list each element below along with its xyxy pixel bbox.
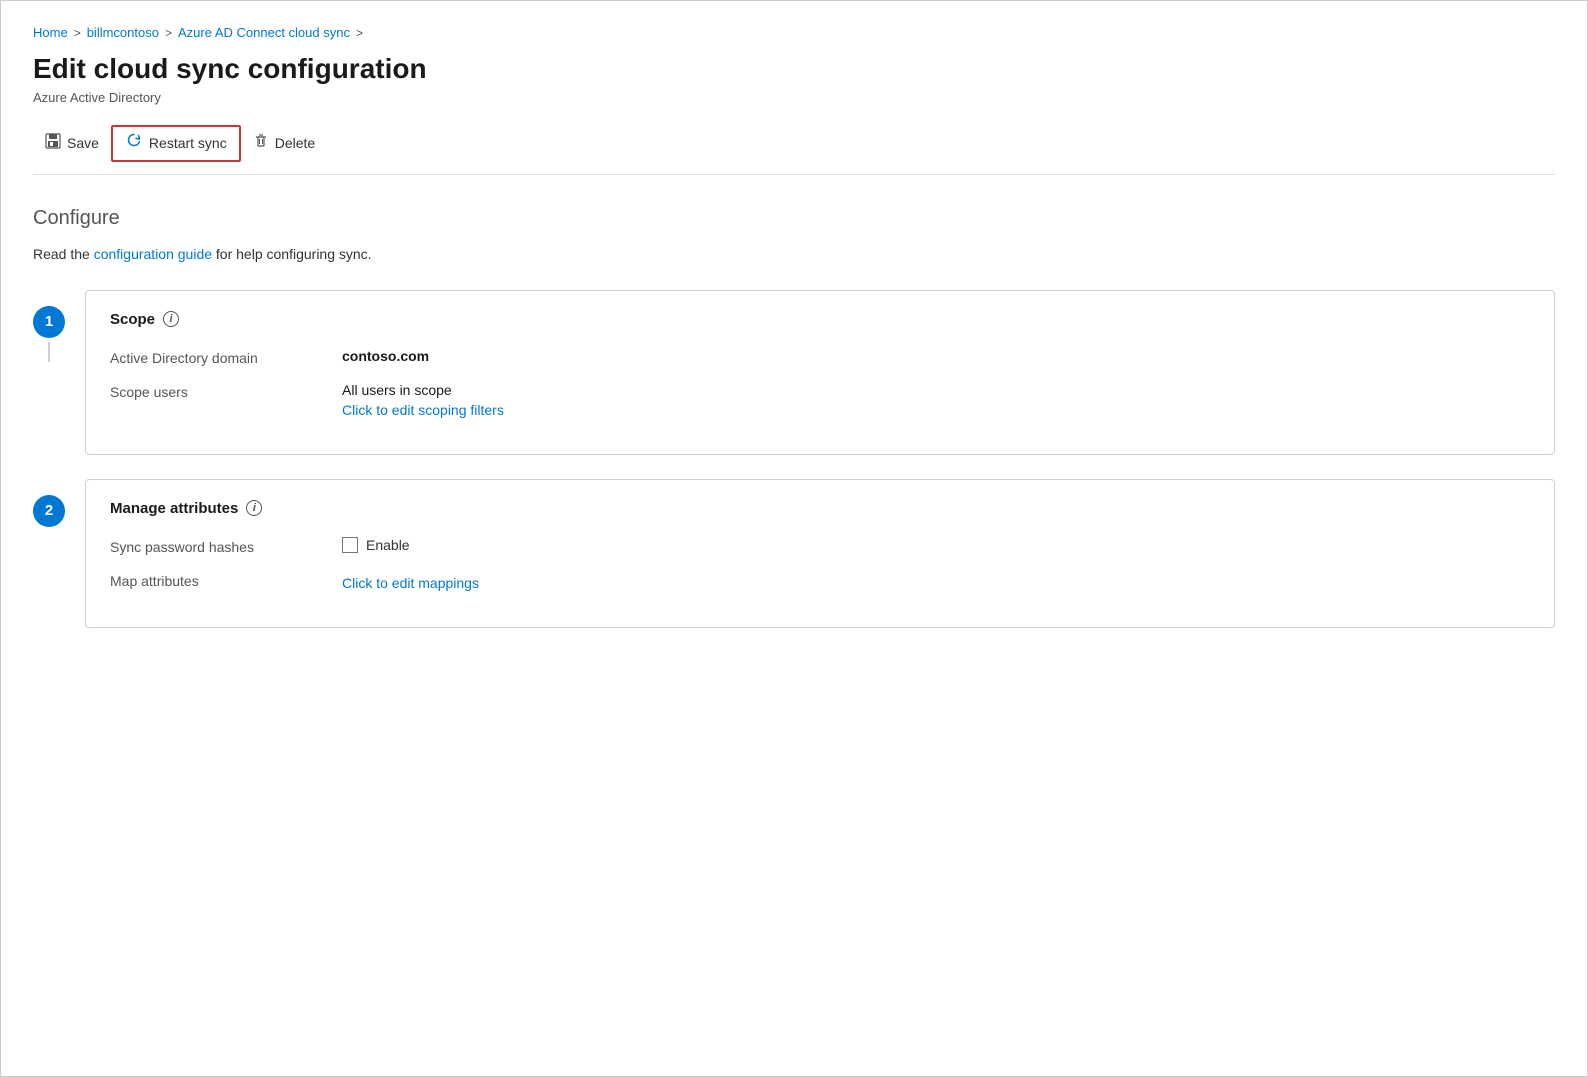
- delete-label: Delete: [275, 135, 315, 151]
- save-button[interactable]: Save: [33, 127, 111, 159]
- breadcrumb: Home > billmcontoso > Azure AD Connect c…: [33, 25, 1555, 40]
- restart-sync-label: Restart sync: [149, 135, 227, 151]
- step-1-card: Scope i Active Directory domain contoso.…: [85, 290, 1555, 455]
- delete-icon: [253, 133, 269, 153]
- step-1-row: 1 Scope i Active Directory domain contos…: [33, 290, 1555, 455]
- sync-password-label: Sync password hashes: [110, 537, 330, 555]
- breadcrumb-sep-1: >: [74, 26, 81, 40]
- sync-password-row: Sync password hashes Enable: [110, 537, 1530, 555]
- scope-users-value: All users in scope: [342, 382, 1530, 398]
- scope-info-icon[interactable]: i: [163, 311, 179, 327]
- edit-mappings-link[interactable]: Click to edit mappings: [342, 575, 1530, 591]
- sync-password-checkbox-label: Enable: [366, 537, 410, 553]
- config-guide-link[interactable]: configuration guide: [94, 246, 212, 262]
- page-subtitle: Azure Active Directory: [33, 90, 1555, 105]
- delete-button[interactable]: Delete: [241, 127, 327, 159]
- sync-password-checkbox-row: Enable: [342, 537, 1530, 553]
- step-2-row: 2 Manage attributes i Sync password hash…: [33, 479, 1555, 628]
- breadcrumb-sep-3: >: [356, 26, 363, 40]
- scope-users-value-group: All users in scope Click to edit scoping…: [342, 382, 1530, 418]
- sync-password-checkbox[interactable]: [342, 537, 358, 553]
- step-2-card: Manage attributes i Sync password hashes…: [85, 479, 1555, 628]
- map-attributes-label: Map attributes: [110, 571, 330, 589]
- step-1-number: 1: [33, 306, 65, 338]
- configure-description: Read the configuration guide for help co…: [33, 246, 1555, 262]
- page-wrapper: Home > billmcontoso > Azure AD Connect c…: [0, 0, 1588, 1077]
- steps-container: 1 Scope i Active Directory domain contos…: [33, 290, 1555, 628]
- step-2-number: 2: [33, 495, 65, 527]
- toolbar: Save Restart sync Delete: [33, 125, 1555, 175]
- scope-domain-row: Active Directory domain contoso.com: [110, 348, 1530, 366]
- breadcrumb-azure-ad[interactable]: Azure AD Connect cloud sync: [178, 25, 350, 40]
- breadcrumb-home[interactable]: Home: [33, 25, 68, 40]
- breadcrumb-tenant[interactable]: billmcontoso: [87, 25, 159, 40]
- step-2-title: Manage attributes i: [110, 500, 1530, 517]
- restart-icon: [125, 132, 143, 155]
- manage-attributes-info-icon[interactable]: i: [246, 500, 262, 516]
- map-attributes-row: Map attributes Click to edit mappings: [110, 571, 1530, 591]
- scope-users-label: Scope users: [110, 382, 330, 400]
- edit-scoping-filters-link[interactable]: Click to edit scoping filters: [342, 402, 1530, 418]
- page-title: Edit cloud sync configuration: [33, 52, 1555, 86]
- save-icon: [45, 133, 61, 153]
- scope-users-row: Scope users All users in scope Click to …: [110, 382, 1530, 418]
- scope-domain-label: Active Directory domain: [110, 348, 330, 366]
- scope-domain-value: contoso.com: [342, 348, 1530, 364]
- restart-sync-button[interactable]: Restart sync: [111, 125, 241, 162]
- save-label: Save: [67, 135, 99, 151]
- configure-title: Configure: [33, 207, 1555, 230]
- step-1-title: Scope i: [110, 311, 1530, 328]
- breadcrumb-sep-2: >: [165, 26, 172, 40]
